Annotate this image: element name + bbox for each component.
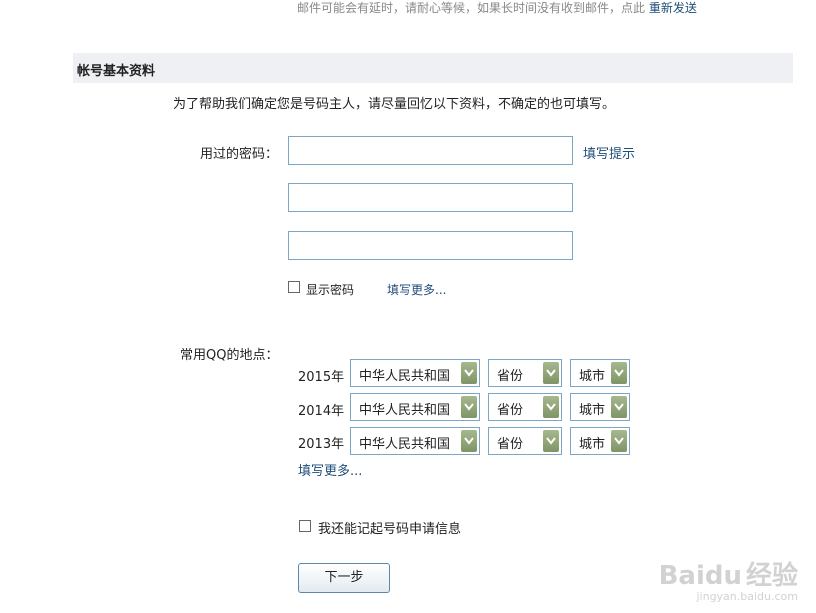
section-title: 帐号基本资料	[77, 64, 156, 79]
country-select[interactable]: 中华人民共和国	[350, 427, 480, 455]
city-select[interactable]: 城市	[570, 393, 630, 421]
location-label: 常用QQ的地点：	[180, 348, 279, 363]
watermark-url: jingyan.baidu.com	[696, 590, 798, 603]
province-select[interactable]: 省份	[488, 359, 562, 387]
password-label: 用过的密码：	[200, 147, 279, 162]
chevron-down-icon	[461, 430, 477, 452]
province-select[interactable]: 省份	[488, 427, 562, 455]
country-value: 中华人民共和国	[359, 403, 451, 418]
country-value: 中华人民共和国	[359, 437, 451, 452]
notice-text: 邮件可能会有延时，请耐心等候，如果长时间没有收到邮件，点此	[297, 1, 646, 15]
city-value: 城市	[579, 369, 606, 384]
province-value: 省份	[497, 403, 524, 418]
year-label: 2013年	[298, 437, 345, 452]
resend-link[interactable]: 重新发送	[649, 1, 697, 15]
city-select[interactable]: 城市	[570, 427, 630, 455]
password-input-2[interactable]	[288, 183, 573, 212]
province-value: 省份	[497, 369, 524, 384]
city-select[interactable]: 城市	[570, 359, 630, 387]
intro-text: 为了帮助我们确定您是号码主人，请尽量回忆以下资料，不确定的也可填写。	[173, 97, 616, 112]
chevron-down-icon	[543, 362, 559, 384]
country-select[interactable]: 中华人民共和国	[350, 393, 480, 421]
province-select[interactable]: 省份	[488, 393, 562, 421]
chevron-down-icon	[461, 362, 477, 384]
baidu-jingyan-watermark: Baidu 经验 jingyan.baidu.com	[659, 562, 798, 603]
password-input-1[interactable]	[288, 136, 573, 165]
password-more-link[interactable]: 填写更多...	[387, 281, 446, 298]
show-password-checkbox[interactable]	[288, 281, 300, 293]
city-value: 城市	[579, 403, 606, 418]
chevron-down-icon	[611, 430, 627, 452]
password-input-3[interactable]	[288, 231, 573, 260]
province-value: 省份	[497, 437, 524, 452]
remember-info-label: 我还能记起号码申请信息	[318, 522, 462, 537]
country-select[interactable]: 中华人民共和国	[350, 359, 480, 387]
chevron-down-icon	[543, 396, 559, 418]
chevron-down-icon	[461, 396, 477, 418]
watermark-brand-cn: 经验	[745, 561, 798, 591]
year-label: 2015年	[298, 370, 345, 385]
resend-notice: 邮件可能会有延时，请耐心等候，如果长时间没有收到邮件，点此 重新发送	[297, 0, 697, 16]
watermark-brand: Baidu	[658, 561, 742, 591]
section-header-bar	[73, 53, 793, 83]
next-step-button[interactable]: 下一步	[298, 563, 390, 593]
year-label: 2014年	[298, 404, 345, 419]
city-value: 城市	[579, 437, 606, 452]
remember-info-checkbox[interactable]	[299, 520, 311, 532]
country-value: 中华人民共和国	[359, 369, 451, 384]
location-more-link[interactable]: 填写更多...	[298, 460, 362, 479]
chevron-down-icon	[611, 396, 627, 418]
chevron-down-icon	[611, 362, 627, 384]
chevron-down-icon	[543, 430, 559, 452]
show-password-label: 显示密码	[306, 283, 355, 297]
fill-hint-link[interactable]: 填写提示	[583, 143, 635, 162]
